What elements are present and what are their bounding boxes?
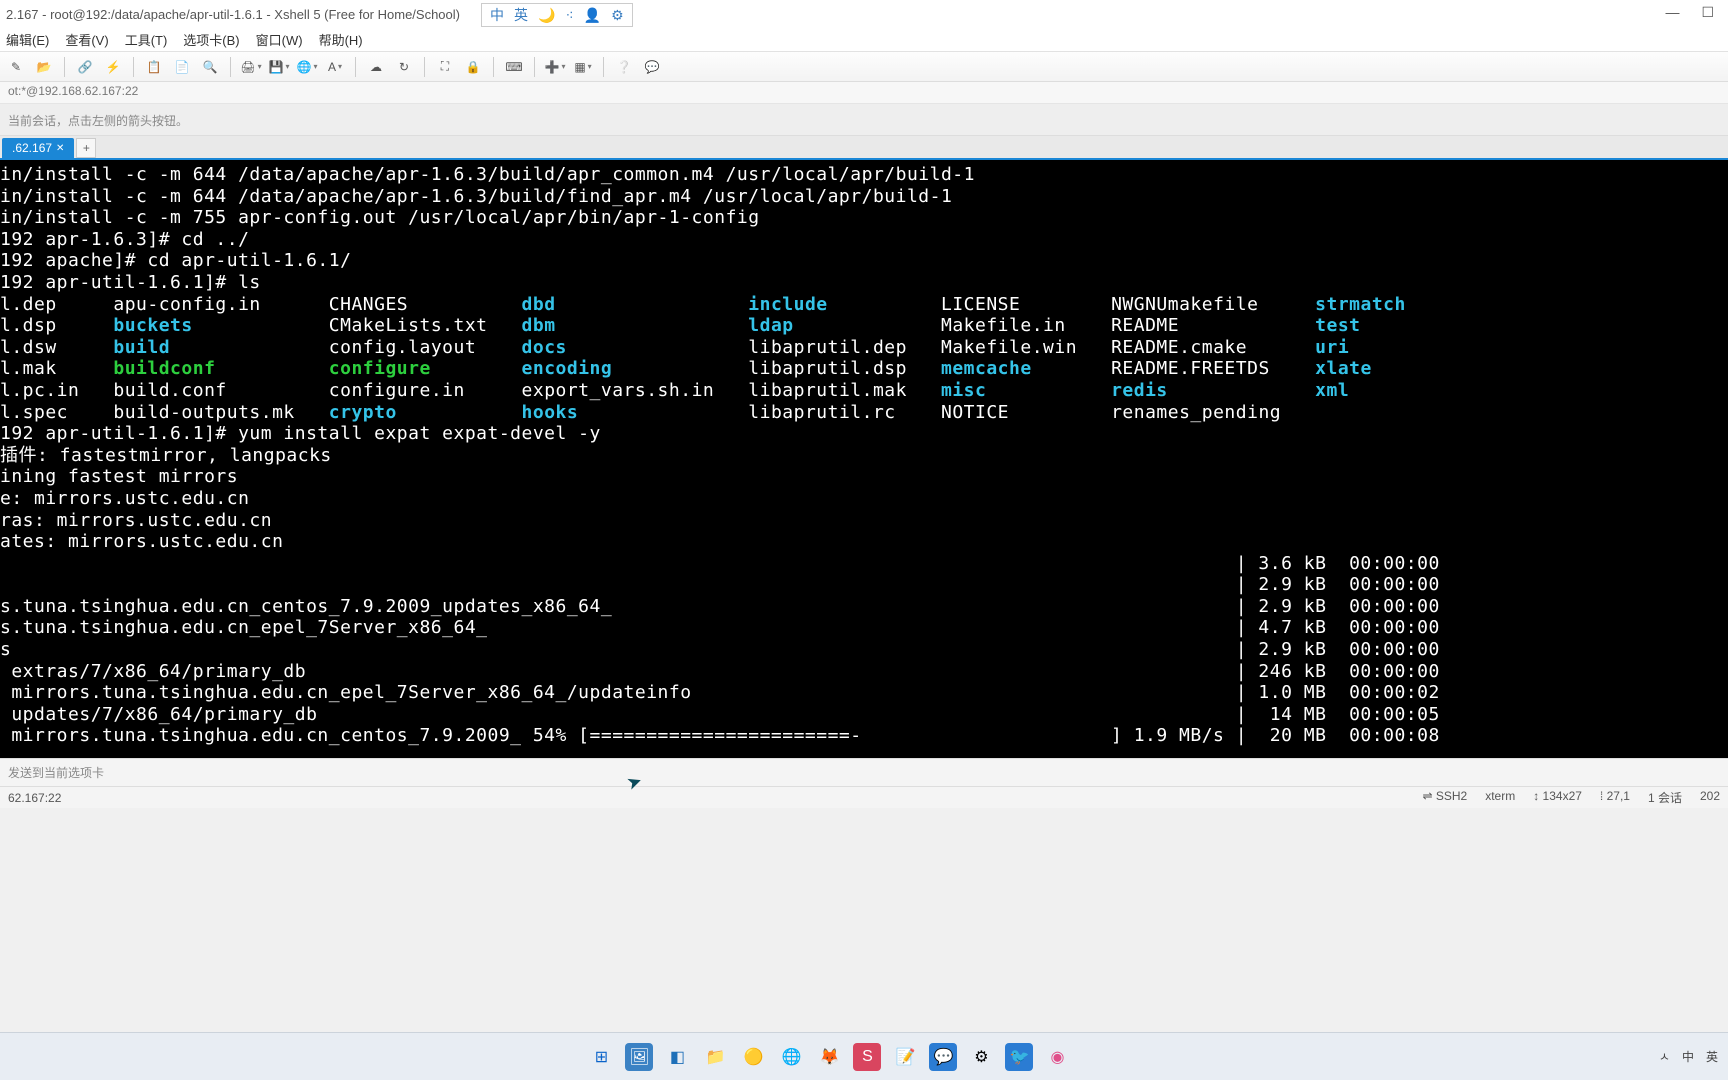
start-icon[interactable]: ⊞	[587, 1043, 615, 1071]
person-icon[interactable]: 👤	[584, 7, 601, 24]
paste-icon[interactable]: 📄	[172, 57, 192, 77]
menu-options[interactable]: 选项卡(B)	[183, 30, 239, 49]
status-sess: 1 会话	[1648, 789, 1682, 806]
divider	[230, 57, 231, 77]
notes-icon[interactable]: 📝	[891, 1043, 919, 1071]
status-size: ↕ 134x27	[1533, 789, 1582, 806]
status-ssh: ⇌ SSH2	[1422, 789, 1467, 806]
system-tray: ㅅ 中 英	[1659, 1048, 1728, 1065]
divider	[355, 57, 356, 77]
address-bar[interactable]: ot:*@192.168.62.167:22	[0, 82, 1728, 104]
tab-add-button[interactable]: +	[76, 138, 96, 158]
send-bar[interactable]: 发送到当前选项卡	[0, 758, 1728, 786]
titlebar: 2.167 - root@192:/data/apache/apr-util-1…	[0, 0, 1728, 28]
moon-icon[interactable]: 🌙	[538, 7, 555, 24]
chat-icon[interactable]: 💬	[642, 57, 662, 77]
chat-app-icon[interactable]: 💬	[929, 1043, 957, 1071]
vbox-icon[interactable]: ◧	[663, 1043, 691, 1071]
tray-ch-icon[interactable]: 中	[1682, 1048, 1694, 1065]
session-tabs: .62.167 ✕ +	[0, 136, 1728, 160]
status-term: xterm	[1485, 789, 1515, 806]
taskbar: ⊞ 🖼 ◧ 📁 🟡 🌐 🦊 S 📝 💬 ⚙ 🐦 ◉ ㅅ 中 英	[0, 1032, 1728, 1080]
tab-label: .62.167	[12, 141, 52, 155]
open-icon[interactable]: 📂	[34, 57, 54, 77]
font-icon[interactable]: A	[325, 57, 345, 77]
disconnect-icon[interactable]: ⚡	[103, 57, 123, 77]
search-icon[interactable]: 🔍	[200, 57, 220, 77]
tray-up-icon[interactable]: ㅅ	[1659, 1048, 1670, 1065]
app-icon-pink[interactable]: ◉	[1043, 1043, 1071, 1071]
globe-icon[interactable]: 🌐	[297, 57, 317, 77]
lock-icon[interactable]: 🔒	[463, 57, 483, 77]
close-icon[interactable]: ✕	[56, 143, 64, 154]
window-controls: — ☐	[1655, 0, 1724, 25]
firefox-icon[interactable]: 🦊	[815, 1043, 843, 1071]
minimize-button[interactable]: —	[1665, 4, 1679, 21]
explorer-icon[interactable]: 📁	[701, 1043, 729, 1071]
gear-icon[interactable]: ⚙	[611, 7, 624, 24]
tray-en-icon[interactable]: 英	[1706, 1048, 1718, 1065]
sparkle-icon[interactable]: ⁖	[565, 7, 573, 24]
menubar: 编辑(E) 查看(V) 工具(T) 选项卡(B) 窗口(W) 帮助(H)	[0, 28, 1728, 52]
reconnect-icon[interactable]: 🔗	[75, 57, 95, 77]
window-title: 2.167 - root@192:/data/apache/apr-util-1…	[6, 7, 460, 22]
status-year: 202	[1700, 789, 1720, 806]
keyboard-icon[interactable]: ⌨	[504, 57, 524, 77]
tab-session[interactable]: .62.167 ✕	[2, 138, 74, 158]
toolbar: ✎ 📂 🔗 ⚡ 📋 📄 🔍 🖨 💾 🌐 A ☁ ↻ ⛶ 🔒 ⌨ ➕ ▦ ❔ 💬	[0, 52, 1728, 82]
new-session-icon[interactable]: ✎	[6, 57, 26, 77]
edge-icon[interactable]: 🌐	[777, 1043, 805, 1071]
bird-icon[interactable]: 🐦	[1005, 1043, 1033, 1071]
terminal[interactable]: in/install -c -m 644 /data/apache/apr-1.…	[0, 160, 1728, 758]
settings-icon[interactable]: ⚙	[967, 1043, 995, 1071]
refresh-icon[interactable]: ↻	[394, 57, 414, 77]
copy-icon[interactable]: 📋	[144, 57, 164, 77]
divider	[133, 57, 134, 77]
save-icon[interactable]: 💾	[269, 57, 289, 77]
menu-window[interactable]: 窗口(W)	[256, 30, 303, 49]
app-icon[interactable]: 🖼	[625, 1043, 653, 1071]
print-icon[interactable]: 🖨	[241, 57, 261, 77]
fullscreen-icon[interactable]: ⛶	[435, 57, 455, 77]
menu-view[interactable]: 查看(V)	[65, 30, 108, 49]
divider	[603, 57, 604, 77]
ime-toolbar[interactable]: 中 英 🌙 ⁖ 👤 ⚙	[481, 3, 633, 27]
divider	[424, 57, 425, 77]
taskbar-center: ⊞ 🖼 ◧ 📁 🟡 🌐 🦊 S 📝 💬 ⚙ 🐦 ◉	[0, 1043, 1659, 1071]
divider	[64, 57, 65, 77]
ime-en-icon[interactable]: 英	[514, 5, 528, 25]
cloud-icon[interactable]: ☁	[366, 57, 386, 77]
hint-bar: 当前会话，点击左侧的箭头按钮。	[0, 104, 1728, 136]
menu-edit[interactable]: 编辑(E)	[6, 30, 49, 49]
app-icon-red[interactable]: S	[853, 1043, 881, 1071]
help-icon[interactable]: ❔	[614, 57, 634, 77]
status-host: 62.167:22	[8, 791, 61, 805]
divider	[534, 57, 535, 77]
add-icon[interactable]: ➕	[545, 57, 565, 77]
ime-ch-icon[interactable]: 中	[490, 5, 504, 25]
divider	[493, 57, 494, 77]
menu-help[interactable]: 帮助(H)	[319, 30, 363, 49]
status-bar: 62.167:22 ⇌ SSH2 xterm ↕ 134x27 ⁞ 27,1 1…	[0, 786, 1728, 808]
maximize-button[interactable]: ☐	[1701, 4, 1714, 21]
status-rowcol: ⁞ 27,1	[1600, 789, 1630, 806]
grid-icon[interactable]: ▦	[573, 57, 593, 77]
chrome-icon[interactable]: 🟡	[739, 1043, 767, 1071]
menu-tools[interactable]: 工具(T)	[125, 30, 168, 49]
